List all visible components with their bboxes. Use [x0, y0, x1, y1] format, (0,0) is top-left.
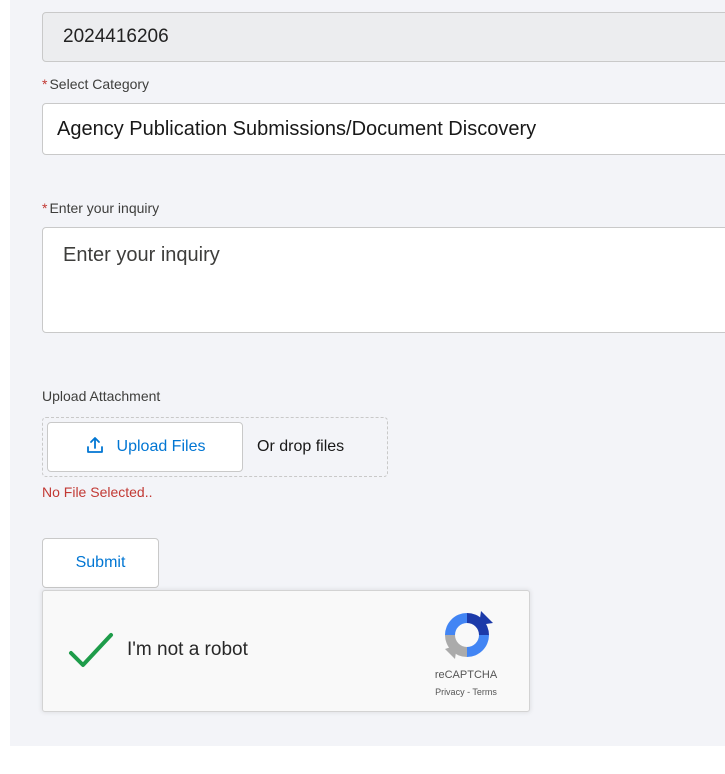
upload-files-label: Upload Files	[116, 438, 206, 455]
recaptcha-checkbox[interactable]	[67, 631, 115, 671]
upload-icon	[85, 435, 105, 460]
file-drop-zone[interactable]: Upload Files Or drop files	[42, 417, 388, 477]
upload-label: Upload Attachment	[42, 388, 161, 404]
category-select[interactable]: Agency Publication Submissions/Document …	[42, 103, 725, 155]
category-label-text: Select Category	[49, 76, 150, 92]
no-file-message: No File Selected..	[42, 484, 153, 500]
checkmark-icon	[69, 633, 113, 667]
inquiry-textarea[interactable]: Enter your inquiry	[42, 227, 725, 333]
privacy-link[interactable]: Privacy	[435, 687, 465, 697]
recaptcha-label: I'm not a robot	[127, 639, 248, 660]
recaptcha-links: Privacy - Terms	[401, 687, 531, 697]
required-marker: *	[42, 76, 48, 92]
case-number-field: 2024416206	[42, 12, 725, 62]
upload-files-button[interactable]: Upload Files	[47, 422, 243, 472]
recaptcha-widget: I'm not a robot reCAPTCHA Privacy - Term…	[42, 590, 530, 712]
recaptcha-brand: reCAPTCHA	[434, 669, 498, 681]
required-marker: *	[42, 200, 48, 216]
recaptcha-logo-icon	[441, 609, 493, 661]
submit-button[interactable]: Submit	[42, 538, 159, 588]
inquiry-label: * Enter your inquiry	[42, 200, 159, 216]
category-label: * Select Category	[42, 76, 149, 92]
drop-files-text: Or drop files	[257, 438, 345, 455]
terms-link[interactable]: Terms	[472, 687, 497, 697]
inquiry-label-text: Enter your inquiry	[49, 200, 160, 216]
